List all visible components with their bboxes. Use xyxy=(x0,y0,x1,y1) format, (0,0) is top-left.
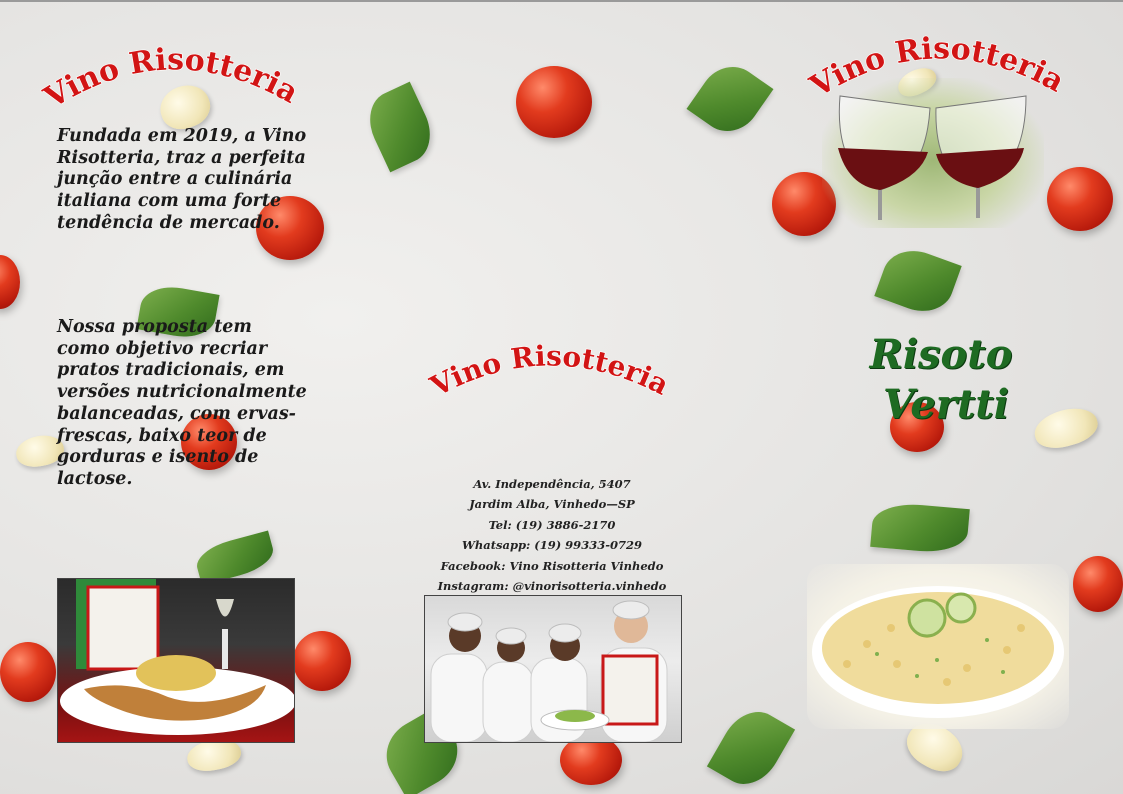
top-border xyxy=(0,0,1123,2)
middle-arc-title-text: Vino Risotteria xyxy=(424,339,674,403)
brochure-page: Vino Risotteria Fundada em 2019, a Vino … xyxy=(0,0,1123,794)
left-arc-title: Vino Risotteria xyxy=(37,42,305,117)
about-paragraph-2: Nossa proposta tem como objetivo recriar… xyxy=(57,317,307,489)
tomato-icon xyxy=(516,66,592,138)
tomato-icon xyxy=(293,631,351,691)
product-name-line-2: Vertti xyxy=(882,381,1010,428)
instagram-line: Instagram: @vinorisotteria.vinhedo xyxy=(437,579,667,594)
team-photo xyxy=(424,595,682,743)
basil-leaf-icon xyxy=(706,700,796,794)
city-line: Jardim Alba, Vinhedo—SP xyxy=(469,497,635,512)
phone-line: Tel: (19) 3886-2170 xyxy=(488,517,616,532)
basil-leaf-icon xyxy=(874,241,962,321)
left-arc-title-text: Vino Risotteria xyxy=(38,42,304,116)
right-arc-title: Vino Risotteria xyxy=(803,31,1071,106)
tomato-icon xyxy=(1047,167,1113,231)
product-name-line-1: Risoto xyxy=(869,331,1013,378)
address-line: Av. Independência, 5407 xyxy=(473,477,631,491)
risotto-photo xyxy=(807,564,1069,729)
dish-photo xyxy=(57,578,295,743)
about-paragraph-1: Fundada em 2019, a Vino Risotteria, traz… xyxy=(57,126,307,233)
middle-arc-title: Vino Risotteria xyxy=(424,339,675,404)
product-name: Risoto Vertti xyxy=(823,330,1059,430)
facebook-line: Facebook: Vino Risotteria Vinhedo xyxy=(440,558,664,573)
right-arc-title-text: Vino Risotteria xyxy=(804,31,1070,105)
tomato-icon xyxy=(1073,556,1123,612)
whatsapp-line: Whatsapp: (19) 99333-0729 xyxy=(462,538,642,553)
basil-leaf-icon xyxy=(358,81,442,173)
contact-info: Av. Independência, 5407 Jardim Alba, Vin… xyxy=(410,474,694,596)
tomato-icon xyxy=(0,255,20,309)
basil-leaf-icon xyxy=(870,500,970,556)
basil-leaf-icon xyxy=(686,54,774,144)
tomato-icon xyxy=(0,642,56,702)
